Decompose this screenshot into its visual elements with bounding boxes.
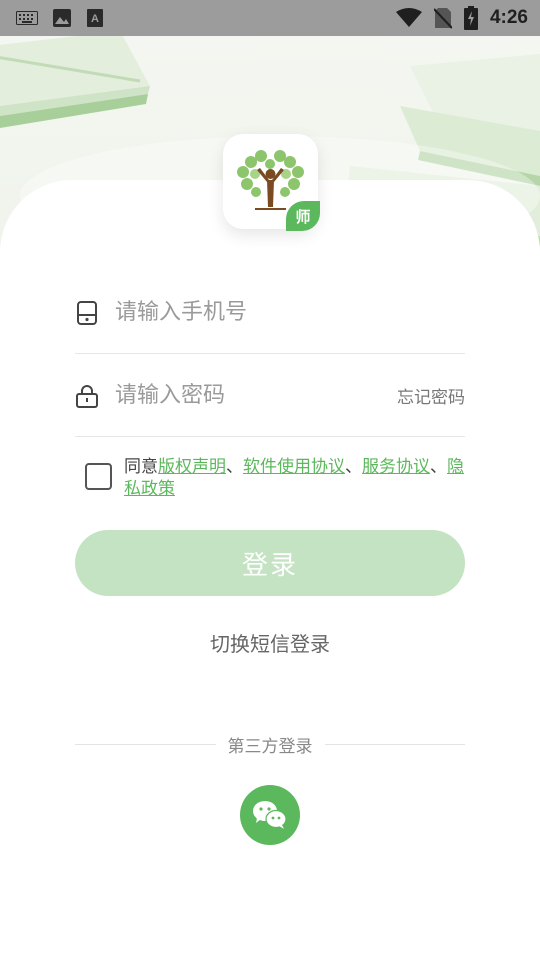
third-party-divider: 第三方登录 (75, 732, 465, 757)
agreement-prefix: 同意 (124, 457, 158, 477)
password-field-row: 忘记密码 (75, 355, 465, 437)
phone-icon (75, 300, 99, 325)
font-icon: A (86, 8, 104, 28)
third-party-label: 第三方登录 (227, 737, 313, 757)
login-button[interactable]: 登录 (75, 530, 465, 596)
agreement-text: 同意版权声明、软件使用协议、服务协议、隐私政策 (124, 456, 465, 500)
phone-field-row (75, 272, 465, 354)
keyboard-icon (16, 11, 38, 25)
forgot-password-link[interactable]: 忘记密码 (397, 383, 465, 408)
divider-line (324, 744, 465, 745)
app-logo: 师 (223, 134, 320, 231)
no-sim-icon (433, 7, 452, 29)
copyright-link[interactable]: 版权声明 (158, 457, 226, 477)
wechat-login-button[interactable] (240, 785, 300, 845)
separator: 、 (430, 457, 447, 477)
password-input[interactable] (115, 383, 397, 408)
wifi-icon (395, 8, 422, 28)
battery-charging-icon (463, 6, 478, 30)
separator: 、 (345, 457, 362, 477)
svg-text:A: A (91, 13, 99, 25)
agreement-row: 同意版权声明、软件使用协议、服务协议、隐私政策 (85, 456, 465, 500)
status-time: 4:26 (489, 7, 528, 28)
phone-input[interactable] (115, 300, 465, 325)
status-bar: A 4:26 (0, 0, 540, 36)
service-agreement-link[interactable]: 服务协议 (362, 457, 430, 477)
divider-line (75, 744, 216, 745)
switch-sms-login-link[interactable]: 切换短信登录 (0, 628, 540, 657)
agree-checkbox[interactable] (85, 463, 112, 490)
software-agreement-link[interactable]: 软件使用协议 (243, 457, 345, 477)
lock-icon (75, 384, 99, 408)
wechat-icon (253, 801, 287, 829)
separator: 、 (226, 457, 243, 477)
image-icon (52, 8, 72, 28)
